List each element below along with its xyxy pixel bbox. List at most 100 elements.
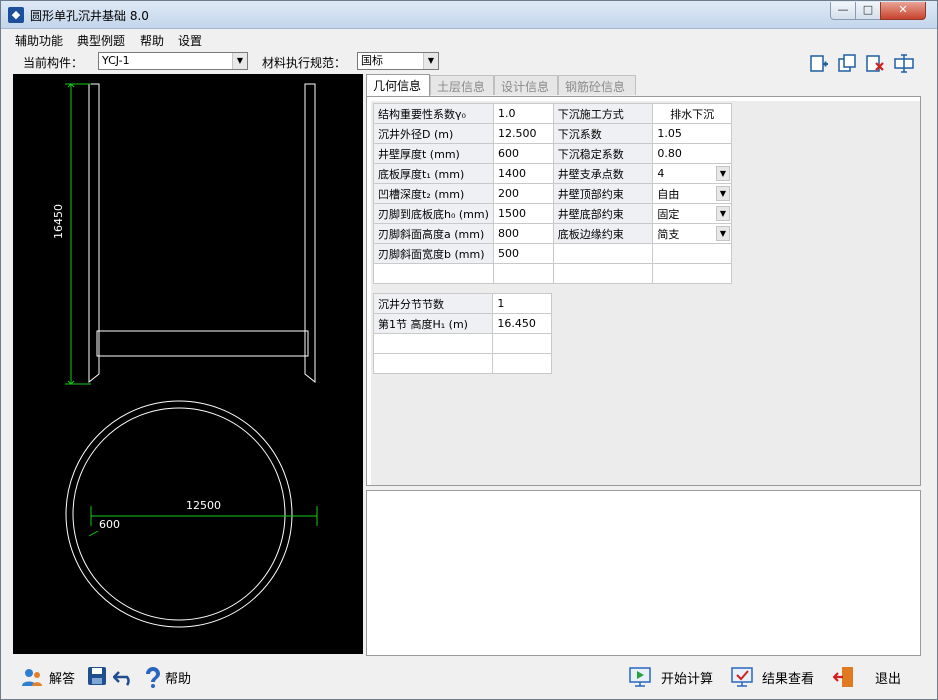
main-window: ◆ 圆形单孔沉井基础 8.0 — □ ✕ 辅助功能 典型例题 帮助 设置 当前构…: [0, 0, 938, 700]
empty-cell[interactable]: [492, 263, 554, 284]
menu-bar: 辅助功能 典型例题 帮助 设置: [1, 30, 937, 50]
empty-cell[interactable]: [492, 333, 552, 354]
tab-geometry[interactable]: 几何信息: [366, 74, 430, 96]
param-input[interactable]: 1.0: [492, 103, 554, 124]
param-label: 井壁顶部约束: [552, 183, 654, 204]
table-row: [372, 333, 552, 354]
table-row: 井壁厚度t (mm) 600 下沉稳定系数 0.80: [373, 143, 732, 164]
param-label: 下沉稳定系数: [552, 143, 654, 164]
table-row: 结构重要性系数γ₀ 1.0 下沉施工方式 排水下沉: [373, 103, 732, 124]
copy-component-icon[interactable]: [837, 53, 857, 73]
param-label: 井壁厚度t (mm): [373, 143, 494, 164]
section-count-label: 沉井分节节数: [372, 293, 494, 314]
answer-button[interactable]: 解答: [21, 666, 81, 690]
section-count-input[interactable]: 1: [492, 293, 552, 314]
help-icon: [146, 667, 160, 688]
exit-button[interactable]: 退出: [833, 666, 903, 690]
param-input[interactable]: 排水下沉: [652, 103, 732, 124]
menu-examples[interactable]: 典型例题: [77, 32, 125, 49]
code-label: 材料执行规范：: [262, 56, 347, 70]
tab-design[interactable]: 设计信息: [494, 75, 558, 95]
param-select-value: 4: [657, 167, 665, 180]
close-button[interactable]: ✕: [880, 2, 926, 20]
param-select[interactable]: 4 ▼: [652, 163, 732, 184]
param-input[interactable]: 12.500: [492, 123, 554, 144]
param-input[interactable]: 600: [492, 143, 554, 164]
section-height-label: 第1节 高度H₁ (m): [372, 313, 494, 334]
section-height-input[interactable]: 16.450: [492, 313, 552, 334]
delete-component-icon[interactable]: [865, 53, 885, 73]
help-button[interactable]: 帮助: [144, 666, 204, 690]
component-label: 当前构件：: [23, 56, 84, 70]
empty-cell[interactable]: [552, 263, 654, 284]
save-icon[interactable]: [87, 666, 107, 686]
chevron-down-icon[interactable]: ▼: [716, 226, 730, 241]
tab-rebar[interactable]: 钢筋砼信息: [558, 75, 636, 95]
param-select[interactable]: 简支 ▼: [652, 223, 732, 244]
maximize-button[interactable]: □: [855, 2, 881, 20]
undo-icon[interactable]: [113, 668, 135, 686]
monitor-run-icon: [629, 667, 651, 687]
empty-cell[interactable]: [373, 263, 494, 284]
empty-cell[interactable]: [372, 353, 494, 374]
start-calc-button[interactable]: 开始计算: [629, 666, 719, 690]
wall-dimension: 600: [99, 518, 120, 531]
param-input[interactable]: 0.80: [652, 143, 732, 164]
toolbar: 当前构件： YCJ-1 ▼ 材料执行规范： 国标 ▼: [1, 51, 937, 73]
table-row: 底板厚度t₁ (mm) 1400 井壁支承点数 4 ▼: [373, 163, 732, 184]
chevron-down-icon[interactable]: ▼: [716, 206, 730, 221]
param-input[interactable]: 1500: [492, 203, 554, 224]
table-row: 刃脚斜面宽度b (mm) 500: [373, 243, 732, 264]
view-result-button[interactable]: 结果查看: [731, 666, 821, 690]
menu-settings[interactable]: 设置: [178, 32, 202, 49]
param-label: 底板厚度t₁ (mm): [373, 163, 494, 184]
component-select[interactable]: YCJ-1 ▼: [98, 52, 248, 70]
geometry-panel: 结构重要性系数γ₀ 1.0 下沉施工方式 排水下沉 沉井外径D (m) 12.500 下沉系…: [366, 96, 921, 486]
param-label: 下沉系数: [552, 123, 654, 144]
table-row: 沉井外径D (m) 12.500 下沉系数 1.05: [373, 123, 732, 144]
chevron-down-icon[interactable]: ▼: [716, 166, 730, 181]
height-dimension: 16450: [52, 204, 65, 239]
param-input[interactable]: 1.05: [652, 123, 732, 144]
param-select-value: 简支: [657, 227, 680, 241]
param-input[interactable]: 1400: [492, 163, 554, 184]
param-label: 刃脚斜面宽度b (mm): [373, 243, 494, 264]
param-label: 沉井外径D (m): [373, 123, 494, 144]
exit-label: 退出: [875, 672, 902, 687]
help-label: 帮助: [165, 672, 192, 687]
tab-soil[interactable]: 土层信息: [430, 75, 494, 95]
sections-table: 沉井分节节数 1 第1节 高度H₁ (m) 16.450: [372, 293, 552, 374]
app-icon: ◆: [8, 7, 24, 23]
add-component-icon[interactable]: [809, 53, 829, 73]
menu-help[interactable]: 帮助: [140, 32, 164, 49]
empty-cell[interactable]: [652, 263, 732, 284]
param-input[interactable]: 200: [492, 183, 554, 204]
param-input[interactable]: 500: [492, 243, 554, 264]
minimize-button[interactable]: —: [830, 2, 856, 20]
users-icon: [22, 669, 42, 686]
drawing-canvas[interactable]: 16450 12500 600: [13, 74, 363, 654]
component-value: YCJ-1: [102, 54, 130, 67]
param-select[interactable]: 自由 ▼: [652, 183, 732, 204]
menu-aux[interactable]: 辅助功能: [15, 32, 63, 49]
param-label: 底板边缘约束: [552, 223, 654, 244]
table-row: 凹槽深度t₂ (mm) 200 井壁顶部约束 自由 ▼: [373, 183, 732, 204]
param-label: [552, 243, 654, 264]
window-title: 圆形单孔沉井基础 8.0: [30, 9, 149, 23]
empty-cell[interactable]: [372, 333, 494, 354]
rename-component-icon[interactable]: [894, 53, 914, 73]
chevron-down-icon: ▼: [232, 53, 247, 69]
param-input[interactable]: 800: [492, 223, 554, 244]
answer-label: 解答: [49, 672, 76, 687]
view-result-label: 结果查看: [762, 672, 815, 687]
param-label: 刃脚到底板底h₀ (mm): [373, 203, 494, 224]
param-select[interactable]: 固定 ▼: [652, 203, 732, 224]
param-select-value: 自由: [657, 187, 680, 201]
start-calc-label: 开始计算: [661, 672, 714, 687]
output-area[interactable]: [366, 490, 921, 656]
empty-cell[interactable]: [492, 353, 552, 374]
chevron-down-icon[interactable]: ▼: [716, 186, 730, 201]
table-row: [372, 353, 552, 374]
param-input[interactable]: [652, 243, 732, 264]
code-select[interactable]: 国标 ▼: [357, 52, 439, 70]
